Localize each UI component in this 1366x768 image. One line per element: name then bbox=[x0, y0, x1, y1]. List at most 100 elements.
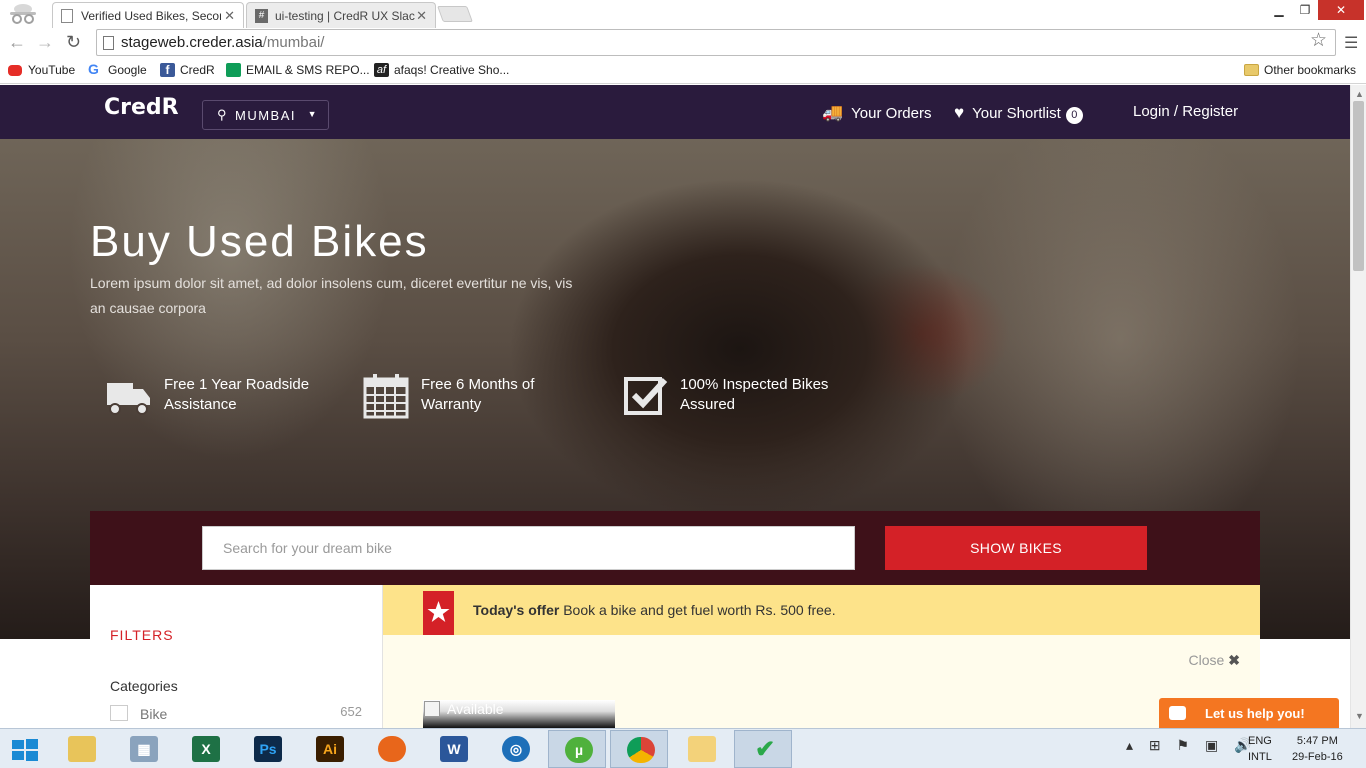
language-indicator[interactable]: ENG INTL bbox=[1248, 733, 1272, 765]
facebook-icon: f bbox=[160, 63, 175, 77]
folder-icon bbox=[1244, 64, 1259, 76]
taskbar-excel[interactable]: X bbox=[176, 730, 234, 768]
bookmark-label: CredR bbox=[180, 63, 215, 77]
feature-line: 100% Inspected Bikes bbox=[680, 376, 829, 393]
green-check-icon: ✔ bbox=[754, 736, 776, 763]
feature-line: Warranty bbox=[421, 396, 482, 413]
close-tab-icon[interactable]: ✕ bbox=[224, 8, 235, 24]
nav-shortlist-label: Your Shortlist bbox=[972, 105, 1061, 122]
taskbar-photoshop[interactable]: Ps bbox=[238, 730, 296, 768]
broken-image-icon bbox=[424, 701, 440, 717]
tab-verified-used-bikes[interactable]: Verified Used Bikes, Secon ✕ bbox=[52, 2, 244, 28]
new-tab-button[interactable] bbox=[437, 6, 473, 22]
scroll-up-icon[interactable]: ▲ bbox=[1355, 89, 1364, 99]
nav-your-shortlist[interactable]: ♥ Your Shortlist 0 bbox=[954, 103, 1083, 124]
windows-start-icon[interactable] bbox=[12, 739, 38, 761]
system-clock[interactable]: 5:47 PM 29-Feb-16 bbox=[1292, 733, 1343, 765]
category-label: Bike bbox=[140, 706, 168, 722]
taskbar-network[interactable]: ◎ bbox=[486, 730, 544, 768]
sheets-icon bbox=[226, 63, 241, 77]
reload-icon[interactable]: ↻ bbox=[66, 32, 81, 53]
hamburger-menu-icon[interactable]: ☰ bbox=[1344, 33, 1358, 53]
taskbar-explorer[interactable] bbox=[52, 730, 110, 768]
close-offer-button[interactable]: Close ✖ bbox=[1188, 652, 1240, 669]
help-chat-label: Let us help you! bbox=[1205, 706, 1305, 721]
calendar-icon bbox=[363, 374, 409, 419]
bookmark-afaqs[interactable]: af afaqs! Creative Sho... bbox=[374, 63, 509, 77]
scroll-down-icon[interactable]: ▼ bbox=[1355, 711, 1364, 721]
page-viewport: CredR ⚲ MUMBAI ▼ 🚚 Your Orders ♥ Your Shor… bbox=[0, 85, 1350, 728]
chrome-icon bbox=[627, 737, 655, 763]
url-path: /mumbai/ bbox=[262, 34, 325, 51]
forward-arrow-icon[interactable]: → bbox=[36, 32, 54, 53]
truck-icon: 🚚 bbox=[822, 103, 844, 122]
city-label: MUMBAI bbox=[235, 108, 296, 123]
caret-down-icon: ▼ bbox=[307, 109, 318, 119]
page-icon bbox=[61, 9, 73, 23]
category-row[interactable]: Bike 652 bbox=[110, 703, 362, 723]
chat-bubble-icon bbox=[1169, 706, 1186, 720]
map-pin-icon: ⚲ bbox=[217, 107, 229, 122]
image-alt-text: Available bbox=[447, 701, 504, 717]
taskbar-windows-explorer[interactable] bbox=[672, 730, 730, 768]
show-bikes-button[interactable]: SHOW BIKES bbox=[885, 526, 1147, 570]
back-arrow-icon[interactable]: ← bbox=[8, 32, 26, 53]
category-count: 652 bbox=[340, 704, 362, 719]
address-bar[interactable]: stageweb.creder.asia/mumbai/ bbox=[96, 29, 1336, 56]
system-tray-icons[interactable]: ▴ ⊞ ⚑ ▣ 🔊 bbox=[1126, 737, 1258, 754]
search-input[interactable] bbox=[202, 526, 855, 570]
page-scrollbar[interactable]: ▲ ▼ bbox=[1350, 85, 1366, 728]
bookmark-star-icon[interactable]: ☆ bbox=[1310, 29, 1327, 52]
window-close-icon[interactable]: ✕ bbox=[1318, 0, 1364, 20]
offer-text: Book a bike and get fuel worth Rs. 500 f… bbox=[563, 602, 836, 618]
filters-panel: FILTERS Categories Bike 652 bbox=[90, 585, 382, 728]
taskbar-illustrator[interactable]: Ai bbox=[300, 730, 358, 768]
url-host: stageweb.creder.asia bbox=[121, 34, 263, 51]
photoshop-icon: Ps bbox=[254, 736, 282, 762]
tab-ui-testing[interactable]: # ui-testing | CredR UX Slac ✕ bbox=[246, 2, 436, 28]
site-header: CredR ⚲ MUMBAI ▼ 🚚 Your Orders ♥ Your Shor… bbox=[0, 85, 1350, 139]
feature-line: Assured bbox=[680, 396, 736, 413]
bookmark-email-sms-report[interactable]: EMAIL & SMS REPO... bbox=[226, 63, 370, 77]
category-checkbox[interactable] bbox=[110, 705, 128, 721]
truck-icon bbox=[107, 383, 150, 415]
language-line: INTL bbox=[1248, 751, 1272, 763]
maximize-icon[interactable]: ❐ bbox=[1290, 0, 1320, 20]
close-icon: ✖ bbox=[1228, 652, 1240, 668]
language-line: ENG bbox=[1248, 735, 1272, 747]
search-band: SHOW BIKES bbox=[90, 511, 1260, 585]
taskbar-utorrent[interactable]: µ bbox=[548, 730, 606, 768]
shortlist-count-badge: 0 bbox=[1065, 107, 1083, 124]
browser-toolbar: ← → ↻ stageweb.creder.asia/mumbai/ bbox=[0, 28, 1366, 58]
scroll-thumb[interactable] bbox=[1353, 101, 1364, 271]
bookmark-google[interactable]: G Google bbox=[88, 61, 147, 77]
bookmark-label: Google bbox=[108, 63, 147, 77]
calculator-icon: ▦ bbox=[130, 736, 158, 762]
city-selector[interactable]: ⚲ MUMBAI ▼ bbox=[202, 100, 329, 130]
bookmark-label: afaqs! Creative Sho... bbox=[394, 63, 510, 77]
taskbar-firefox[interactable] bbox=[362, 730, 420, 768]
network-gauge-icon: ◎ bbox=[502, 736, 530, 762]
other-bookmarks[interactable]: Other bookmarks bbox=[1244, 63, 1356, 77]
listing-area: Close ✖ Available bbox=[383, 635, 1260, 728]
help-chat-button[interactable]: Let us help you! bbox=[1159, 698, 1339, 728]
utorrent-icon: µ bbox=[565, 737, 593, 763]
listing-image[interactable]: Available bbox=[423, 700, 615, 728]
taskbar-calculator[interactable]: ▦ bbox=[114, 730, 172, 768]
bookmark-credr[interactable]: f CredR bbox=[160, 63, 215, 77]
nav-your-orders[interactable]: 🚚 Your Orders bbox=[822, 103, 932, 123]
hero-subtitle: Lorem ipsum dolor sit amet, ad dolor ins… bbox=[90, 275, 573, 316]
taskbar-chrome[interactable] bbox=[610, 730, 668, 768]
slack-icon: # bbox=[255, 9, 268, 23]
bookmark-youtube[interactable]: YouTube bbox=[8, 63, 75, 77]
filters-title: FILTERS bbox=[110, 627, 174, 643]
close-tab-icon[interactable]: ✕ bbox=[416, 8, 427, 24]
clock-time: 5:47 PM bbox=[1296, 735, 1338, 747]
nav-login-register[interactable]: Login / Register bbox=[1133, 103, 1238, 120]
firefox-icon bbox=[378, 736, 406, 762]
tab-title: ui-testing | CredR UX Slac bbox=[275, 9, 415, 23]
taskbar-checkmark-app[interactable]: ✔ bbox=[734, 730, 792, 768]
checkbox-icon bbox=[624, 377, 668, 415]
taskbar-word[interactable]: W bbox=[424, 730, 482, 768]
credr-logo[interactable]: CredR bbox=[104, 95, 179, 120]
